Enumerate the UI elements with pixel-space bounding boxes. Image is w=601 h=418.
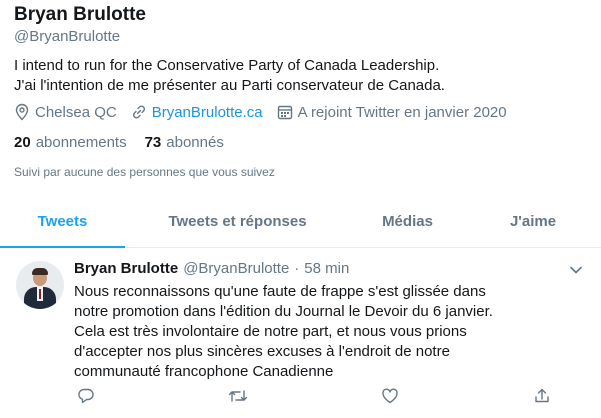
profile-joined: A rejoint Twitter en janvier 2020 <box>277 104 507 121</box>
tweet-menu-button[interactable] <box>569 262 583 280</box>
following-number: 20 <box>14 134 31 151</box>
link-icon <box>132 105 145 119</box>
tab-tweets[interactable]: Tweets <box>0 200 125 248</box>
profile-name: Bryan Brulotte <box>14 4 146 25</box>
tab-likes[interactable]: J'aime <box>465 200 601 247</box>
profile-tabs: Tweets Tweets et réponses Médias J'aime <box>0 200 601 248</box>
avatar-tie <box>39 289 41 299</box>
profile-counts: 20 abonnements 73 abonnés <box>14 134 242 151</box>
bio-line-2: J'ai l'intention de me présenter au Part… <box>14 77 445 94</box>
profile-website[interactable]: BryanBrulotte.ca <box>131 104 263 121</box>
share-icon <box>535 388 549 403</box>
followers-label: abonnés <box>166 134 224 151</box>
profile-bio: I intend to run for the Conservative Par… <box>14 56 445 96</box>
tweet-text: Nous reconnaissons qu'une faute de frapp… <box>74 283 493 380</box>
location-pin-icon <box>15 103 29 121</box>
profile-meta: Chelsea QC BryanBrulotte.ca A rejoint Tw… <box>14 103 521 121</box>
reply-icon <box>78 388 94 404</box>
followers-number: 73 <box>144 134 162 151</box>
tweet-header: Bryan Brulotte @BryanBrulotte · 58 min <box>74 260 349 277</box>
chevron-down-icon <box>570 266 582 274</box>
location-text: Chelsea QC <box>35 103 117 121</box>
following-count[interactable]: 20 abonnements <box>14 134 127 151</box>
tab-media[interactable]: Médias <box>350 200 465 247</box>
following-label: abonnements <box>35 134 127 151</box>
bio-line-1: I intend to run for the Conservative Par… <box>14 57 440 74</box>
tab-tweets-and-replies[interactable]: Tweets et réponses <box>125 200 350 247</box>
profile-location: Chelsea QC <box>14 103 117 121</box>
website-link[interactable]: BryanBrulotte.ca <box>152 104 263 121</box>
tweet-separator: · <box>294 260 300 277</box>
followers-count[interactable]: 73 abonnés <box>145 134 224 151</box>
profile-handle: @BryanBrulotte <box>14 28 121 45</box>
tweet-author-handle[interactable]: @BryanBrulotte <box>183 260 289 277</box>
share-button[interactable] <box>530 386 554 406</box>
like-icon <box>382 388 398 404</box>
calendar-icon <box>277 105 292 120</box>
tweet-author-name[interactable]: Bryan Brulotte <box>74 260 178 277</box>
retweet-icon <box>228 390 248 402</box>
retweet-button[interactable] <box>226 386 250 406</box>
tweet-actions <box>74 386 554 406</box>
like-button[interactable] <box>378 386 402 406</box>
avatar-hair <box>32 268 48 275</box>
joined-text: A rejoint Twitter en janvier 2020 <box>297 103 507 121</box>
followed-by-text: Suivi par aucune des personnes que vous … <box>14 165 275 179</box>
tweet-time[interactable]: 58 min <box>304 260 349 277</box>
avatar[interactable] <box>16 261 64 309</box>
reply-button[interactable] <box>74 386 98 406</box>
tweet[interactable]: Bryan Brulotte @BryanBrulotte · 58 min N… <box>0 248 601 418</box>
